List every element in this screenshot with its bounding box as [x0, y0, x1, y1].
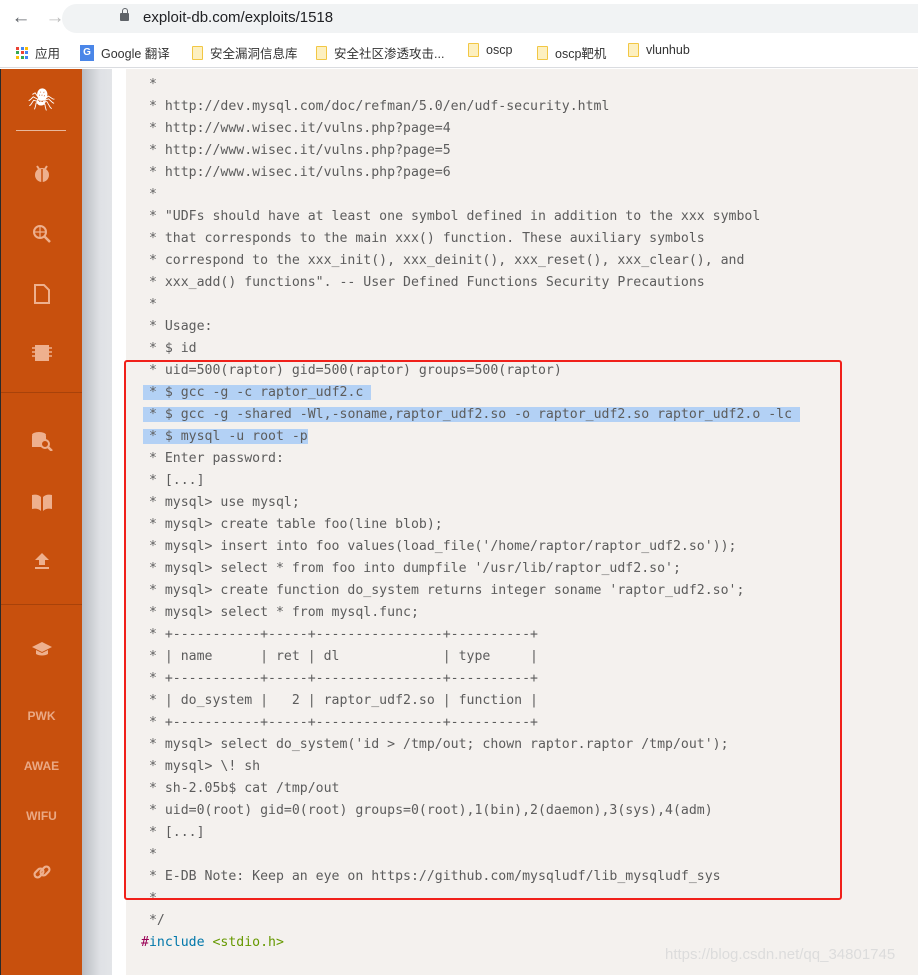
bookmark-label: 安全漏洞信息库	[210, 47, 298, 61]
folder-icon	[192, 45, 203, 60]
nav-wifu[interactable]: WIFU	[1, 809, 82, 823]
watermark: https://blog.csdn.net/qq_34801745	[665, 946, 896, 963]
code-line: * http://www.wisec.it/vulns.php?page=6	[141, 165, 451, 180]
bookmark-label: oscp靶机	[555, 47, 607, 61]
apps-icon	[16, 46, 28, 59]
bookmark-folder[interactable]: vlunhub	[628, 43, 690, 57]
include-directive: include	[148, 935, 205, 950]
code-line: * that corresponds to the main xxx() fun…	[141, 231, 705, 246]
code-line: * http://www.wisec.it/vulns.php?page=5	[141, 143, 451, 158]
file-icon[interactable]	[1, 284, 82, 309]
code-line: * http://dev.mysql.com/doc/refman/5.0/en…	[141, 99, 610, 114]
bookmark-folder[interactable]: 安全漏洞信息库	[192, 43, 298, 62]
browser-toolbar: ← → ↻ exploit-db.com/exploits/1518	[0, 0, 918, 36]
url-text[interactable]: exploit-db.com/exploits/1518	[143, 9, 333, 26]
back-button[interactable]: ←	[9, 6, 33, 30]
database-search-icon[interactable]	[1, 431, 82, 456]
folder-icon	[537, 45, 548, 60]
lock-icon	[120, 8, 129, 21]
include-hash: #	[141, 935, 149, 950]
link-icon[interactable]	[1, 862, 82, 887]
bookmark-label: Google 翻译	[101, 47, 170, 61]
code-line: * Usage:	[141, 319, 213, 334]
code-line: * xxx_add() functions". -- User Defined …	[141, 275, 705, 290]
code-line: *	[141, 187, 157, 202]
divider	[16, 130, 66, 131]
bug-icon[interactable]	[1, 163, 82, 188]
bookmark-folder[interactable]: oscp靶机	[537, 43, 606, 62]
code-line: * http://www.wisec.it/vulns.php?page=4	[141, 121, 451, 136]
code-line: */	[141, 913, 165, 928]
graduation-cap-icon[interactable]	[1, 641, 82, 662]
code-line: *	[141, 77, 157, 92]
google-translate-icon: G	[80, 44, 94, 61]
folder-icon	[316, 45, 327, 60]
bookmark-apps[interactable]: 应用	[16, 43, 60, 62]
chip-icon[interactable]	[1, 344, 82, 367]
book-icon[interactable]	[1, 493, 82, 516]
include-header: <stdio.h>	[212, 935, 284, 950]
highlight-box	[124, 360, 842, 900]
folder-icon	[468, 43, 479, 57]
bookmark-label: vlunhub	[646, 43, 690, 57]
code-line: * $ id	[141, 341, 197, 356]
nav-pwk[interactable]: PWK	[1, 709, 82, 723]
bookmark-google-translate[interactable]: G Google 翻译	[80, 43, 170, 62]
address-bar[interactable]: exploit-db.com/exploits/1518	[62, 4, 918, 33]
bookmark-folder[interactable]: oscp	[468, 43, 512, 57]
divider	[1, 604, 82, 605]
upload-icon[interactable]	[1, 552, 82, 575]
bookmark-folder[interactable]: 安全社区渗透攻击...	[316, 43, 444, 62]
nav-awae[interactable]: AWAE	[1, 759, 82, 773]
bookmarks-bar: 应用 G Google 翻译 安全漏洞信息库 安全社区渗透攻击... oscp o…	[0, 36, 918, 68]
divider	[1, 392, 82, 393]
code-line: *	[141, 297, 157, 312]
sidebar-shadow	[82, 69, 112, 975]
bookmark-label: 安全社区渗透攻击...	[334, 47, 445, 61]
folder-icon	[628, 43, 639, 57]
globe-search-icon[interactable]	[1, 224, 82, 249]
sidebar: 🕷︎ PWK AWAE WIFU	[0, 69, 82, 975]
bookmark-label: 应用	[35, 47, 61, 61]
bookmark-label: oscp	[486, 43, 513, 57]
code-line: * "UDFs should have at least one symbol …	[141, 209, 761, 224]
spider-logo-icon[interactable]: 🕷︎	[1, 87, 82, 113]
code-line: * correspond to the xxx_init(), xxx_dein…	[141, 253, 745, 268]
